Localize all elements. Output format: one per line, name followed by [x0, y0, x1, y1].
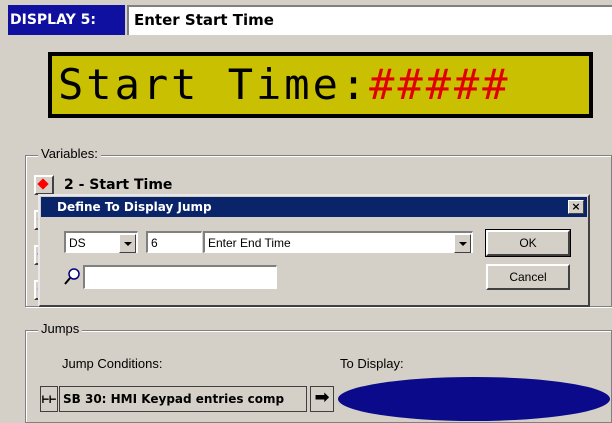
define-jump-dialog: Define To Display Jump × DS 6 Enter End …: [38, 194, 590, 307]
dialog-title: Define To Display Jump: [57, 200, 212, 214]
chevron-down-icon[interactable]: [119, 234, 136, 253]
ok-button[interactable]: OK: [485, 229, 571, 257]
arrow-right-icon[interactable]: ➡: [310, 386, 334, 412]
lcd-text: Start Time:: [58, 60, 370, 109]
close-icon[interactable]: ×: [568, 200, 584, 214]
variable-1-color-button[interactable]: [34, 175, 54, 195]
dialog-title-bar[interactable]: Define To Display Jump ×: [41, 197, 587, 217]
to-display-label: To Display:: [340, 356, 404, 371]
cancel-button[interactable]: Cancel: [486, 264, 570, 290]
lcd-variable-placeholder: #####: [369, 60, 511, 109]
display-number-label: DISPLAY 5:: [8, 5, 125, 35]
type-dropdown-value: DS: [69, 236, 86, 250]
jump-target-display[interactable]: [338, 377, 610, 421]
display-name-dropdown[interactable]: Enter End Time: [203, 231, 473, 253]
jump-condition-field[interactable]: SB 30: HMI Keypad entries comp: [59, 386, 307, 412]
jump-conditions-label: Jump Conditions:: [62, 356, 163, 371]
display-name-field[interactable]: Enter Start Time: [127, 5, 612, 35]
variable-1-label: 2 - Start Time: [64, 177, 173, 193]
type-dropdown[interactable]: DS: [64, 231, 138, 253]
variables-group-title: Variables:: [38, 146, 101, 161]
search-input[interactable]: [83, 265, 277, 289]
contact-icon[interactable]: ⊢⊢: [40, 386, 58, 412]
lcd-preview: Start Time:#####: [48, 52, 593, 118]
display-number-input[interactable]: 6: [146, 231, 202, 253]
search-icon[interactable]: [63, 265, 81, 287]
chevron-down-icon[interactable]: [454, 234, 471, 253]
jumps-group-title: Jumps: [38, 321, 83, 336]
red-diamond-icon: [37, 178, 49, 190]
display-name-dropdown-value: Enter End Time: [208, 236, 291, 250]
lcd-screen: Start Time:#####: [52, 56, 589, 114]
